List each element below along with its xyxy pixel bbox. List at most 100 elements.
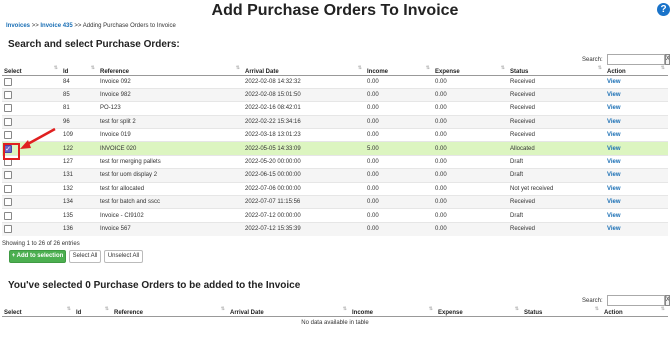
reference-cell: PO-123 [98, 101, 243, 116]
col-status-header[interactable]: Status ⇅ [522, 306, 602, 317]
income-cell: 0.00 [365, 195, 433, 209]
select-cell [2, 195, 61, 209]
col-income-header[interactable]: Income ⇅ [365, 65, 433, 76]
col-select-header[interactable]: Select ⇅ [2, 65, 61, 76]
view-link[interactable]: View [607, 105, 621, 111]
search-label: Search: [582, 297, 603, 304]
table-row: ✓ 122 INVOICE 020 2022-05-05 14:33:09 5.00 0.… [2, 141, 668, 156]
income-cell: 0.00 [365, 114, 433, 129]
selected-search-clear-button[interactable]: X [664, 295, 670, 306]
id-cell: 81 [61, 101, 98, 116]
table-row: 135 Invoice - CI9102 2022-07-12 00:00:00 0.… [2, 208, 668, 223]
reference-cell: Invoice - CI9102 [98, 208, 243, 223]
breadcrumb-invoice-link[interactable]: Invoice 435 [40, 23, 72, 29]
expense-cell: 0.00 [433, 168, 508, 183]
action-cell: View [605, 208, 668, 223]
table-row: 85 Invoice 982 2022-02-08 15:01:50 0.00 0.00… [2, 87, 668, 102]
expense-cell: 0.00 [433, 195, 508, 209]
annotation-highlight-box [3, 143, 20, 160]
view-link[interactable]: View [607, 92, 621, 98]
row-select-checkbox[interactable] [4, 131, 12, 140]
view-link[interactable]: View [607, 213, 621, 219]
col-select-header[interactable]: Select ⇅ [2, 306, 74, 317]
search-input[interactable] [606, 54, 665, 65]
view-link[interactable]: View [607, 172, 621, 178]
reference-cell: test for split 2 [98, 114, 243, 129]
expense-cell: 0.00 [433, 101, 508, 116]
action-cell: View [605, 114, 668, 129]
breadcrumb-current: Adding Purchase Orders to Invoice [82, 23, 176, 29]
table-row: 131 test for uom display 2 2022-06-15 00:0… [2, 168, 668, 183]
expense-cell: 0.00 [433, 74, 508, 89]
row-select-checkbox[interactable] [4, 225, 12, 234]
po-search: Search: X [582, 54, 670, 65]
table-row: 81 PO-123 2022-02-16 08:42:01 0.00 0.00 Recei… [2, 101, 668, 116]
search-clear-button[interactable]: X [664, 54, 670, 65]
reference-cell: Invoice 567 [98, 221, 243, 236]
row-select-checkbox[interactable] [4, 171, 12, 180]
row-select-checkbox[interactable] [4, 77, 12, 86]
search-section-title: Search and select Purchase Orders: [8, 39, 180, 50]
col-expense-header[interactable]: Expense ⇅ [436, 306, 522, 317]
arrival-date-cell: 2022-02-08 15:01:50 [243, 87, 365, 102]
view-link[interactable]: View [607, 119, 621, 125]
col-expense-header[interactable]: Expense ⇅ [433, 65, 508, 76]
income-cell: 5.00 [365, 141, 433, 156]
col-action-header[interactable]: Action ⇅ [605, 65, 668, 76]
view-link[interactable]: View [607, 226, 621, 232]
income-cell: 0.00 [365, 101, 433, 116]
action-cell: View [605, 181, 668, 196]
col-status-header[interactable]: Status ⇅ [508, 65, 605, 76]
view-link[interactable]: View [607, 186, 621, 192]
arrival-date-cell: 2022-03-18 13:01:23 [243, 128, 365, 142]
row-select-checkbox[interactable] [4, 104, 12, 113]
col-id-header[interactable]: Id ⇅ [74, 306, 112, 317]
col-arrival-header[interactable]: Arrival Date ⇅ [243, 65, 365, 76]
empty-row: No data available in table [2, 315, 668, 330]
help-icon[interactable]: ? [657, 3, 670, 16]
col-reference-header[interactable]: Reference ⇅ [98, 65, 243, 76]
income-cell: 0.00 [365, 168, 433, 183]
income-cell: 0.00 [365, 208, 433, 223]
id-cell: 84 [61, 74, 98, 89]
view-link[interactable]: View [607, 79, 621, 85]
view-link[interactable]: View [607, 199, 621, 205]
reference-cell: test for allocated [98, 181, 243, 196]
po-table: Select ⇅ Id ⇅ Reference ⇅ Arrival Date ⇅ Inc… [2, 65, 668, 236]
row-select-checkbox[interactable] [4, 184, 12, 193]
row-select-checkbox[interactable] [4, 198, 12, 207]
row-select-checkbox[interactable] [4, 91, 12, 100]
table-row: 132 test for allocated 2022-07-06 00:00:00… [2, 181, 668, 196]
status-cell: Draft [508, 208, 605, 223]
col-income-header[interactable]: Income ⇅ [350, 306, 436, 317]
row-select-checkbox[interactable] [4, 117, 12, 126]
arrival-date-cell: 2022-05-05 14:33:09 [243, 141, 365, 156]
add-to-selection-button[interactable]: + Add to selection [9, 250, 66, 263]
row-select-checkbox[interactable] [4, 211, 12, 220]
table-row: 109 Invoice 019 2022-03-18 13:01:23 0.00 0.0… [2, 128, 668, 142]
income-cell: 0.00 [365, 87, 433, 102]
action-cell: View [605, 141, 668, 156]
arrival-date-cell: 2022-02-16 08:42:01 [243, 101, 365, 116]
col-action-header[interactable]: Action ⇅ [602, 306, 668, 317]
status-cell: Received [508, 128, 605, 142]
unselect-all-button[interactable]: Unselect All [104, 250, 143, 263]
status-cell: Draft [508, 154, 605, 169]
view-link[interactable]: View [607, 146, 621, 152]
selected-search-input[interactable] [606, 295, 665, 306]
select-cell [2, 114, 61, 129]
select-cell [2, 101, 61, 116]
search-label: Search: [582, 56, 603, 63]
view-link[interactable]: View [607, 159, 621, 165]
income-cell: 0.00 [365, 221, 433, 236]
breadcrumb-invoices-link[interactable]: Invoices [6, 23, 30, 29]
col-reference-header[interactable]: Reference ⇅ [112, 306, 228, 317]
arrival-date-cell: 2022-06-15 00:00:00 [243, 168, 365, 183]
col-arrival-header[interactable]: Arrival Date ⇅ [228, 306, 350, 317]
select-all-button[interactable]: Select All [69, 250, 101, 263]
view-link[interactable]: View [607, 132, 621, 138]
table-row: 136 Invoice 567 2022-07-12 15:35:39 0.00 0.0… [2, 221, 668, 236]
status-cell: Not yet received [508, 181, 605, 196]
col-id-header[interactable]: Id ⇅ [61, 65, 98, 76]
action-cell: View [605, 87, 668, 102]
